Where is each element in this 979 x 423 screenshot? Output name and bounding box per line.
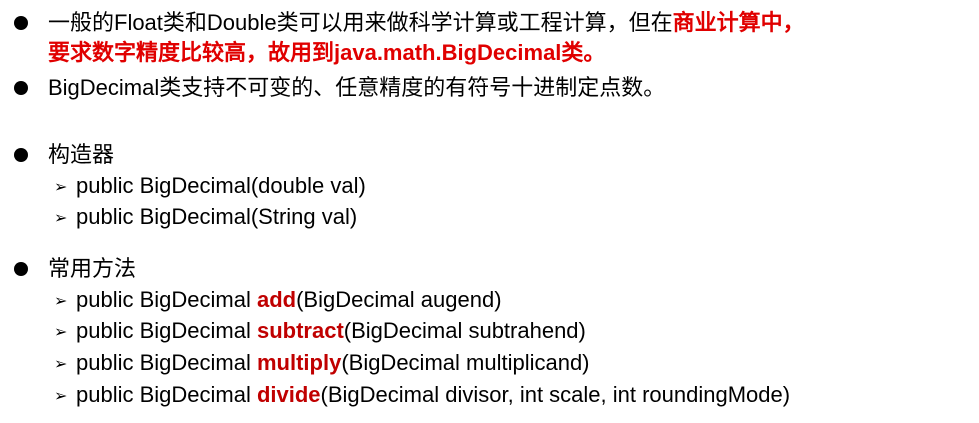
bullet-text: BigDecimal类支持不可变的、任意精度的有符号十进制定点数。: [48, 75, 666, 100]
arrow-bullet-icon: ➢: [54, 293, 68, 310]
section-title: 构造器: [48, 142, 115, 167]
method-prefix: public BigDecimal: [76, 287, 257, 312]
bullet-text: 要求数字精度比较高，故用到java.math.BigDecimal类。: [48, 38, 605, 68]
method-params: (BigDecimal divisor, int scale, int roun…: [320, 382, 791, 407]
method-name: subtract: [256, 318, 344, 343]
method-name: divide: [256, 382, 321, 407]
arrow-bullet-icon: ➢: [54, 356, 68, 373]
arrow-bullet-icon: ➢: [54, 388, 68, 405]
slide: 一般的Float类和Double类可以用来做科学计算或工程计算，但在商业计算中，…: [0, 0, 979, 423]
constructor-text: public BigDecimal(double val): [76, 173, 366, 198]
method-name: multiply: [256, 350, 342, 375]
constructor-item: ➢ public BigDecimal(String val): [54, 202, 357, 234]
method-item: ➢ public BigDecimal subtract(BigDecimal s…: [54, 316, 586, 348]
method-name: add: [256, 287, 297, 312]
arrow-bullet-icon: ➢: [54, 179, 68, 196]
bullet-text: 一般的Float类和Double类可以用来做科学计算或工程计算，但在商业计算中，: [48, 8, 805, 38]
arrow-bullet-icon: ➢: [54, 210, 68, 227]
method-params: (BigDecimal subtrahend): [343, 318, 586, 343]
bullet-dot-icon: [14, 262, 28, 276]
section-title: 常用方法: [48, 256, 137, 281]
bullet-line1-highlight: 商业计算中，: [672, 10, 805, 35]
method-item: ➢ public BigDecimal divide(BigDecimal div…: [54, 380, 790, 412]
arrow-bullet-icon: ➢: [54, 324, 68, 341]
bullet-line1-plain: 一般的Float类和Double类可以用来做科学计算或工程计算，但在: [48, 10, 673, 35]
method-prefix: public BigDecimal: [76, 318, 257, 343]
bullet-line2-highlight: 要求数字精度比较高，故用到java.math.BigDecimal类。: [48, 40, 606, 65]
constructor-item: ➢ public BigDecimal(double val): [54, 171, 366, 203]
constructor-text: public BigDecimal(String val): [76, 204, 358, 229]
bullet-dot-icon: [14, 148, 28, 162]
method-params: (BigDecimal multiplicand): [341, 350, 590, 375]
method-prefix: public BigDecimal: [76, 382, 257, 407]
method-prefix: public BigDecimal: [76, 350, 257, 375]
bullet-dot-icon: [14, 16, 28, 30]
method-item: ➢ public BigDecimal add(BigDecimal augend…: [54, 285, 502, 317]
method-item: ➢ public BigDecimal multiply(BigDecimal m…: [54, 348, 590, 380]
method-params: (BigDecimal augend): [296, 287, 502, 312]
bullet-dot-icon: [14, 81, 28, 95]
